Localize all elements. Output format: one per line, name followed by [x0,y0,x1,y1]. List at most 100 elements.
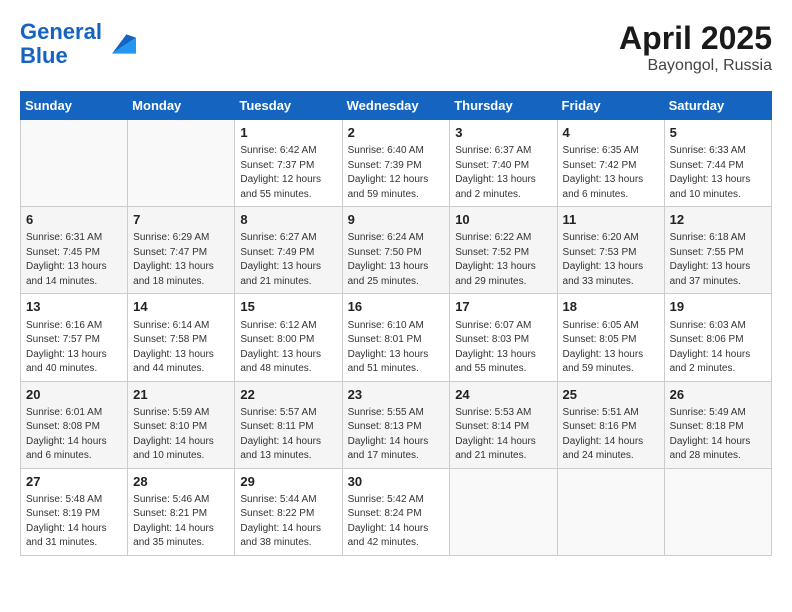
calendar-day-cell: 5Sunrise: 6:33 AM Sunset: 7:44 PM Daylig… [664,120,771,207]
calendar-day-cell: 29 Sunrise: 5:44 AM Sunset: 8:22 PM Dayli… [235,468,342,555]
day-number: 13 [26,298,122,316]
day-number: 2 [348,124,445,142]
day-info: Sunrise: 5:53 AM Sunset: 8:14 PM Dayligh… [455,406,551,464]
day-number: 4 [563,124,659,142]
calendar-day-cell: 24 Sunrise: 5:53 AM Sunset: 8:14 PM Dayli… [450,381,557,468]
calendar-week-row: 13 Sunrise: 6:16 AM Sunset: 7:57 PM Dayli… [21,294,772,381]
day-info: Sunrise: 6:29 AM Sunset: 7:47 PM Dayligh… [133,231,229,289]
calendar-day-cell: 10 Sunrise: 6:22 AM Sunset: 7:52 PM Dayli… [450,207,557,294]
day-number: 29 [240,473,336,491]
day-number: 25 [563,386,659,404]
day-info: Sunrise: 6:18 AM Sunset: 7:55 PM Dayligh… [670,231,766,289]
day-number: 21 [133,386,229,404]
calendar-day-cell: 4 Sunrise: 6:35 AM Sunset: 7:42 PM Daylig… [557,120,664,207]
calendar-day-cell: 16Sunrise: 6:10 AM Sunset: 8:01 PM Dayli… [342,294,450,381]
day-number: 23 [348,386,445,404]
day-number: 16 [348,298,445,316]
day-number: 30 [348,473,445,491]
day-of-week-header: Monday [128,92,235,120]
day-number: 28 [133,473,229,491]
calendar-day-cell: 21 Sunrise: 5:59 AM Sunset: 8:10 PM Dayli… [128,381,235,468]
calendar-day-cell: 27 Sunrise: 5:48 AM Sunset: 8:19 PM Dayli… [21,468,128,555]
title-block: April 2025 Bayongol, Russia [619,20,772,75]
calendar-day-cell: 3Sunrise: 6:37 AM Sunset: 7:40 PM Daylig… [450,120,557,207]
calendar-day-cell: 26 Sunrise: 5:49 AM Sunset: 8:18 PM Dayli… [664,381,771,468]
day-number: 27 [26,473,122,491]
calendar-day-cell: 1 Sunrise: 6:42 AM Sunset: 7:37 PM Daylig… [235,120,342,207]
day-number: 17 [455,298,551,316]
day-info: Sunrise: 6:42 AM Sunset: 7:37 PM Dayligh… [240,144,336,202]
day-number: 12 [670,211,766,229]
day-number: 6 [26,211,122,229]
day-info: Sunrise: 6:03 AM Sunset: 8:06 PM Dayligh… [670,319,766,377]
calendar-day-cell: 20 Sunrise: 6:01 AM Sunset: 8:08 PM Dayli… [21,381,128,468]
day-of-week-header: Thursday [450,92,557,120]
calendar-day-cell: 23 Sunrise: 5:55 AM Sunset: 8:13 PM Dayli… [342,381,450,468]
day-info: Sunrise: 5:48 AM Sunset: 8:19 PM Dayligh… [26,493,122,551]
day-info: Sunrise: 5:55 AM Sunset: 8:13 PM Dayligh… [348,406,445,464]
calendar-table: SundayMondayTuesdayWednesdayThursdayFrid… [20,91,772,556]
calendar-day-cell: 14 Sunrise: 6:14 AM Sunset: 7:58 PM Dayli… [128,294,235,381]
day-number: 18 [563,298,659,316]
calendar-header-row: SundayMondayTuesdayWednesdayThursdayFrid… [21,92,772,120]
calendar-day-cell: 18 Sunrise: 6:05 AM Sunset: 8:05 PM Dayli… [557,294,664,381]
day-info: Sunrise: 5:46 AM Sunset: 8:21 PM Dayligh… [133,493,229,551]
day-number: 26 [670,386,766,404]
logo-text: GeneralBlue [20,20,102,68]
calendar-day-cell [128,120,235,207]
day-number: 20 [26,386,122,404]
day-number: 3 [455,124,551,142]
day-of-week-header: Saturday [664,92,771,120]
calendar-day-cell: 7 Sunrise: 6:29 AM Sunset: 7:47 PM Daylig… [128,207,235,294]
day-info: Sunrise: 6:16 AM Sunset: 7:57 PM Dayligh… [26,319,122,377]
calendar-day-cell: 9 Sunrise: 6:24 AM Sunset: 7:50 PM Daylig… [342,207,450,294]
day-number: 15 [240,298,336,316]
day-of-week-header: Wednesday [342,92,450,120]
calendar-day-cell: 30 Sunrise: 5:42 AM Sunset: 8:24 PM Dayli… [342,468,450,555]
calendar-day-cell: 13 Sunrise: 6:16 AM Sunset: 7:57 PM Dayli… [21,294,128,381]
day-info: Sunrise: 5:42 AM Sunset: 8:24 PM Dayligh… [348,493,445,551]
calendar-day-cell: 15 Sunrise: 6:12 AM Sunset: 8:00 PM Dayli… [235,294,342,381]
calendar-day-cell: 12 Sunrise: 6:18 AM Sunset: 7:55 PM Dayli… [664,207,771,294]
calendar-day-cell: 2Sunrise: 6:40 AM Sunset: 7:39 PM Daylig… [342,120,450,207]
location-title: Bayongol, Russia [619,57,772,75]
calendar-day-cell [557,468,664,555]
day-of-week-header: Tuesday [235,92,342,120]
day-info: Sunrise: 6:31 AM Sunset: 7:45 PM Dayligh… [26,231,122,289]
logo-icon [104,30,136,58]
calendar-day-cell: 17 Sunrise: 6:07 AM Sunset: 8:03 PM Dayli… [450,294,557,381]
day-info: Sunrise: 5:49 AM Sunset: 8:18 PM Dayligh… [670,406,766,464]
day-number: 5 [670,124,766,142]
day-info: Sunrise: 5:59 AM Sunset: 8:10 PM Dayligh… [133,406,229,464]
day-number: 8 [240,211,336,229]
day-info: Sunrise: 6:35 AM Sunset: 7:42 PM Dayligh… [563,144,659,202]
month-title: April 2025 [619,20,772,57]
day-info: Sunrise: 6:05 AM Sunset: 8:05 PM Dayligh… [563,319,659,377]
day-number: 11 [563,211,659,229]
day-info: Sunrise: 6:07 AM Sunset: 8:03 PM Dayligh… [455,319,551,377]
day-info: Sunrise: 6:22 AM Sunset: 7:52 PM Dayligh… [455,231,551,289]
calendar-day-cell: 11 Sunrise: 6:20 AM Sunset: 7:53 PM Dayli… [557,207,664,294]
logo: GeneralBlue [20,20,136,68]
day-info: Sunrise: 6:20 AM Sunset: 7:53 PM Dayligh… [563,231,659,289]
calendar-day-cell: 28 Sunrise: 5:46 AM Sunset: 8:21 PM Dayli… [128,468,235,555]
day-number: 22 [240,386,336,404]
day-number: 7 [133,211,229,229]
calendar-week-row: 27 Sunrise: 5:48 AM Sunset: 8:19 PM Dayli… [21,468,772,555]
day-info: Sunrise: 5:57 AM Sunset: 8:11 PM Dayligh… [240,406,336,464]
day-number: 19 [670,298,766,316]
day-info: Sunrise: 6:01 AM Sunset: 8:08 PM Dayligh… [26,406,122,464]
calendar-day-cell: 8Sunrise: 6:27 AM Sunset: 7:49 PM Daylig… [235,207,342,294]
day-number: 9 [348,211,445,229]
day-info: Sunrise: 6:24 AM Sunset: 7:50 PM Dayligh… [348,231,445,289]
day-info: Sunrise: 6:14 AM Sunset: 7:58 PM Dayligh… [133,319,229,377]
day-of-week-header: Sunday [21,92,128,120]
day-number: 1 [240,124,336,142]
calendar-day-cell [664,468,771,555]
day-number: 24 [455,386,551,404]
day-info: Sunrise: 5:44 AM Sunset: 8:22 PM Dayligh… [240,493,336,551]
day-info: Sunrise: 6:12 AM Sunset: 8:00 PM Dayligh… [240,319,336,377]
calendar-week-row: 20 Sunrise: 6:01 AM Sunset: 8:08 PM Dayli… [21,381,772,468]
day-number: 10 [455,211,551,229]
day-number: 14 [133,298,229,316]
